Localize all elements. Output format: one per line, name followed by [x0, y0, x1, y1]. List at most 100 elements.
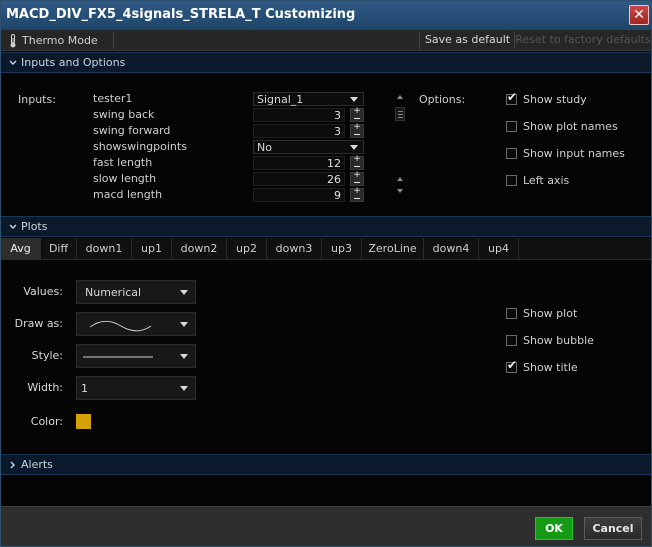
style-dropdown[interactable]: [76, 344, 196, 368]
checkbox-label: Show plot: [523, 306, 578, 320]
input-value: 12: [327, 157, 341, 170]
check-icon: ✔: [507, 89, 518, 104]
dropdown-value: Numerical: [85, 286, 142, 299]
reset-factory-defaults-button[interactable]: Reset to factory defaults: [515, 30, 651, 51]
tab-up4[interactable]: up4: [479, 238, 519, 260]
tab-up1[interactable]: up1: [132, 238, 172, 260]
color-label: Color:: [30, 415, 63, 428]
checkbox-unchecked[interactable]: [506, 174, 517, 186]
chevron-down-icon: [180, 290, 188, 295]
toolbar: Thermo Mode Save as default Reset to fac…: [1, 30, 651, 51]
slow-length-input[interactable]: 26: [253, 172, 345, 186]
inputs-scrollbar[interactable]: [393, 93, 407, 200]
tab-avg[interactable]: Avg: [1, 238, 41, 260]
show-plot-names-checkbox[interactable]: Show plot names: [506, 119, 618, 133]
fast-length-input[interactable]: 12: [253, 156, 345, 170]
show-input-names-checkbox[interactable]: Show input names: [506, 146, 625, 160]
checkbox-unchecked[interactable]: [506, 334, 517, 346]
swing-forward-input[interactable]: 3: [253, 124, 345, 138]
checkbox-checked[interactable]: ✔: [506, 90, 517, 105]
scroll-down-icon[interactable]: [397, 189, 403, 193]
dropdown-value: No: [257, 141, 272, 154]
tab-up2[interactable]: up2: [227, 238, 267, 260]
check-icon: ✔: [507, 357, 518, 372]
chevron-down-icon: [180, 386, 188, 391]
minus-icon: [354, 166, 360, 167]
alerts-section-header[interactable]: Alerts: [1, 454, 651, 475]
toolbar-divider: [113, 32, 114, 49]
thermo-mode-button[interactable]: Thermo Mode: [9, 30, 98, 51]
tab-down2[interactable]: down2: [172, 238, 227, 260]
chevron-down-icon: [9, 60, 17, 65]
minus-icon: [354, 182, 360, 183]
tab-down4[interactable]: down4: [424, 238, 479, 260]
checkbox-label: Show bubble: [523, 333, 594, 347]
minus-icon: [354, 198, 360, 199]
plus-icon: +: [353, 170, 361, 180]
left-axis-checkbox[interactable]: Left axis: [506, 173, 569, 187]
thermo-mode-label: Thermo Mode: [22, 34, 98, 47]
save-as-default-button[interactable]: Save as default: [421, 30, 514, 51]
macd-length-stepper[interactable]: +: [350, 186, 364, 202]
macd-length-input[interactable]: 9: [253, 188, 345, 202]
tester1-dropdown[interactable]: Signal_1: [253, 92, 364, 106]
chevron-down-icon: [180, 322, 188, 327]
input-value: 9: [334, 189, 341, 202]
scroll-up-icon[interactable]: [397, 95, 403, 99]
param-label: fast length: [93, 156, 153, 169]
line-curve-icon: [89, 320, 152, 332]
inputs-label: Inputs:: [18, 93, 56, 106]
cancel-button[interactable]: Cancel: [584, 517, 642, 540]
inputs-options-section-header[interactable]: Inputs and Options: [1, 52, 651, 73]
plots-section-header[interactable]: Plots: [1, 216, 651, 237]
close-button[interactable]: ✕: [629, 5, 649, 25]
solid-line-icon: [83, 356, 153, 358]
param-label: showswingpoints: [93, 140, 187, 153]
show-title-checkbox[interactable]: ✔ Show title: [506, 358, 578, 374]
swing-back-stepper[interactable]: +: [350, 106, 364, 122]
dropdown-value: 1: [81, 382, 88, 395]
checkbox-label: Show study: [523, 92, 587, 106]
input-value: 26: [327, 173, 341, 186]
param-label: tester1: [93, 92, 133, 105]
scroll-up-icon[interactable]: [397, 177, 403, 181]
fast-length-stepper[interactable]: +: [350, 154, 364, 170]
section-title: Plots: [21, 220, 48, 233]
minus-icon: [354, 118, 360, 119]
show-study-checkbox[interactable]: ✔ Show study: [506, 90, 587, 106]
param-label: slow length: [93, 172, 157, 185]
slow-length-stepper[interactable]: +: [350, 170, 364, 186]
tab-up3[interactable]: up3: [322, 238, 362, 260]
width-dropdown[interactable]: 1: [76, 376, 196, 400]
chevron-down-icon: [180, 354, 188, 359]
tab-down3[interactable]: down3: [267, 238, 322, 260]
title-bar[interactable]: MACD_DIV_FX5_4signals_STRELA_T Customizi…: [1, 1, 651, 30]
draw-as-dropdown[interactable]: [76, 312, 196, 336]
checkbox-unchecked[interactable]: [506, 307, 517, 319]
customizing-dialog: MACD_DIV_FX5_4signals_STRELA_T Customizi…: [0, 0, 652, 547]
style-label: Style:: [31, 349, 63, 362]
show-plot-checkbox[interactable]: Show plot: [506, 306, 577, 320]
show-bubble-checkbox[interactable]: Show bubble: [506, 333, 594, 347]
checkbox-unchecked[interactable]: [506, 147, 517, 159]
dialog-footer: OK Cancel: [1, 506, 651, 546]
showswingpoints-dropdown[interactable]: No: [253, 140, 364, 154]
checkbox-label: Show plot names: [523, 119, 618, 133]
tab-diff[interactable]: Diff: [41, 238, 77, 260]
checkbox-label: Left axis: [523, 173, 570, 187]
checkbox-unchecked[interactable]: [506, 120, 517, 132]
tab-down1[interactable]: down1: [77, 238, 132, 260]
options-label: Options:: [419, 93, 466, 106]
swing-back-input[interactable]: 3: [253, 108, 345, 122]
tab-zeroline[interactable]: ZeroLine: [362, 238, 424, 260]
scroll-thumb[interactable]: [395, 107, 405, 121]
toolbar-divider: [419, 32, 420, 49]
values-dropdown[interactable]: Numerical: [76, 280, 196, 304]
color-swatch[interactable]: [76, 414, 91, 429]
plus-icon: +: [353, 106, 361, 116]
close-icon: ✕: [633, 7, 645, 23]
thermometer-icon: [9, 33, 17, 48]
ok-button[interactable]: OK: [535, 517, 573, 540]
swing-forward-stepper[interactable]: +: [350, 122, 364, 138]
checkbox-checked[interactable]: ✔: [506, 358, 517, 373]
